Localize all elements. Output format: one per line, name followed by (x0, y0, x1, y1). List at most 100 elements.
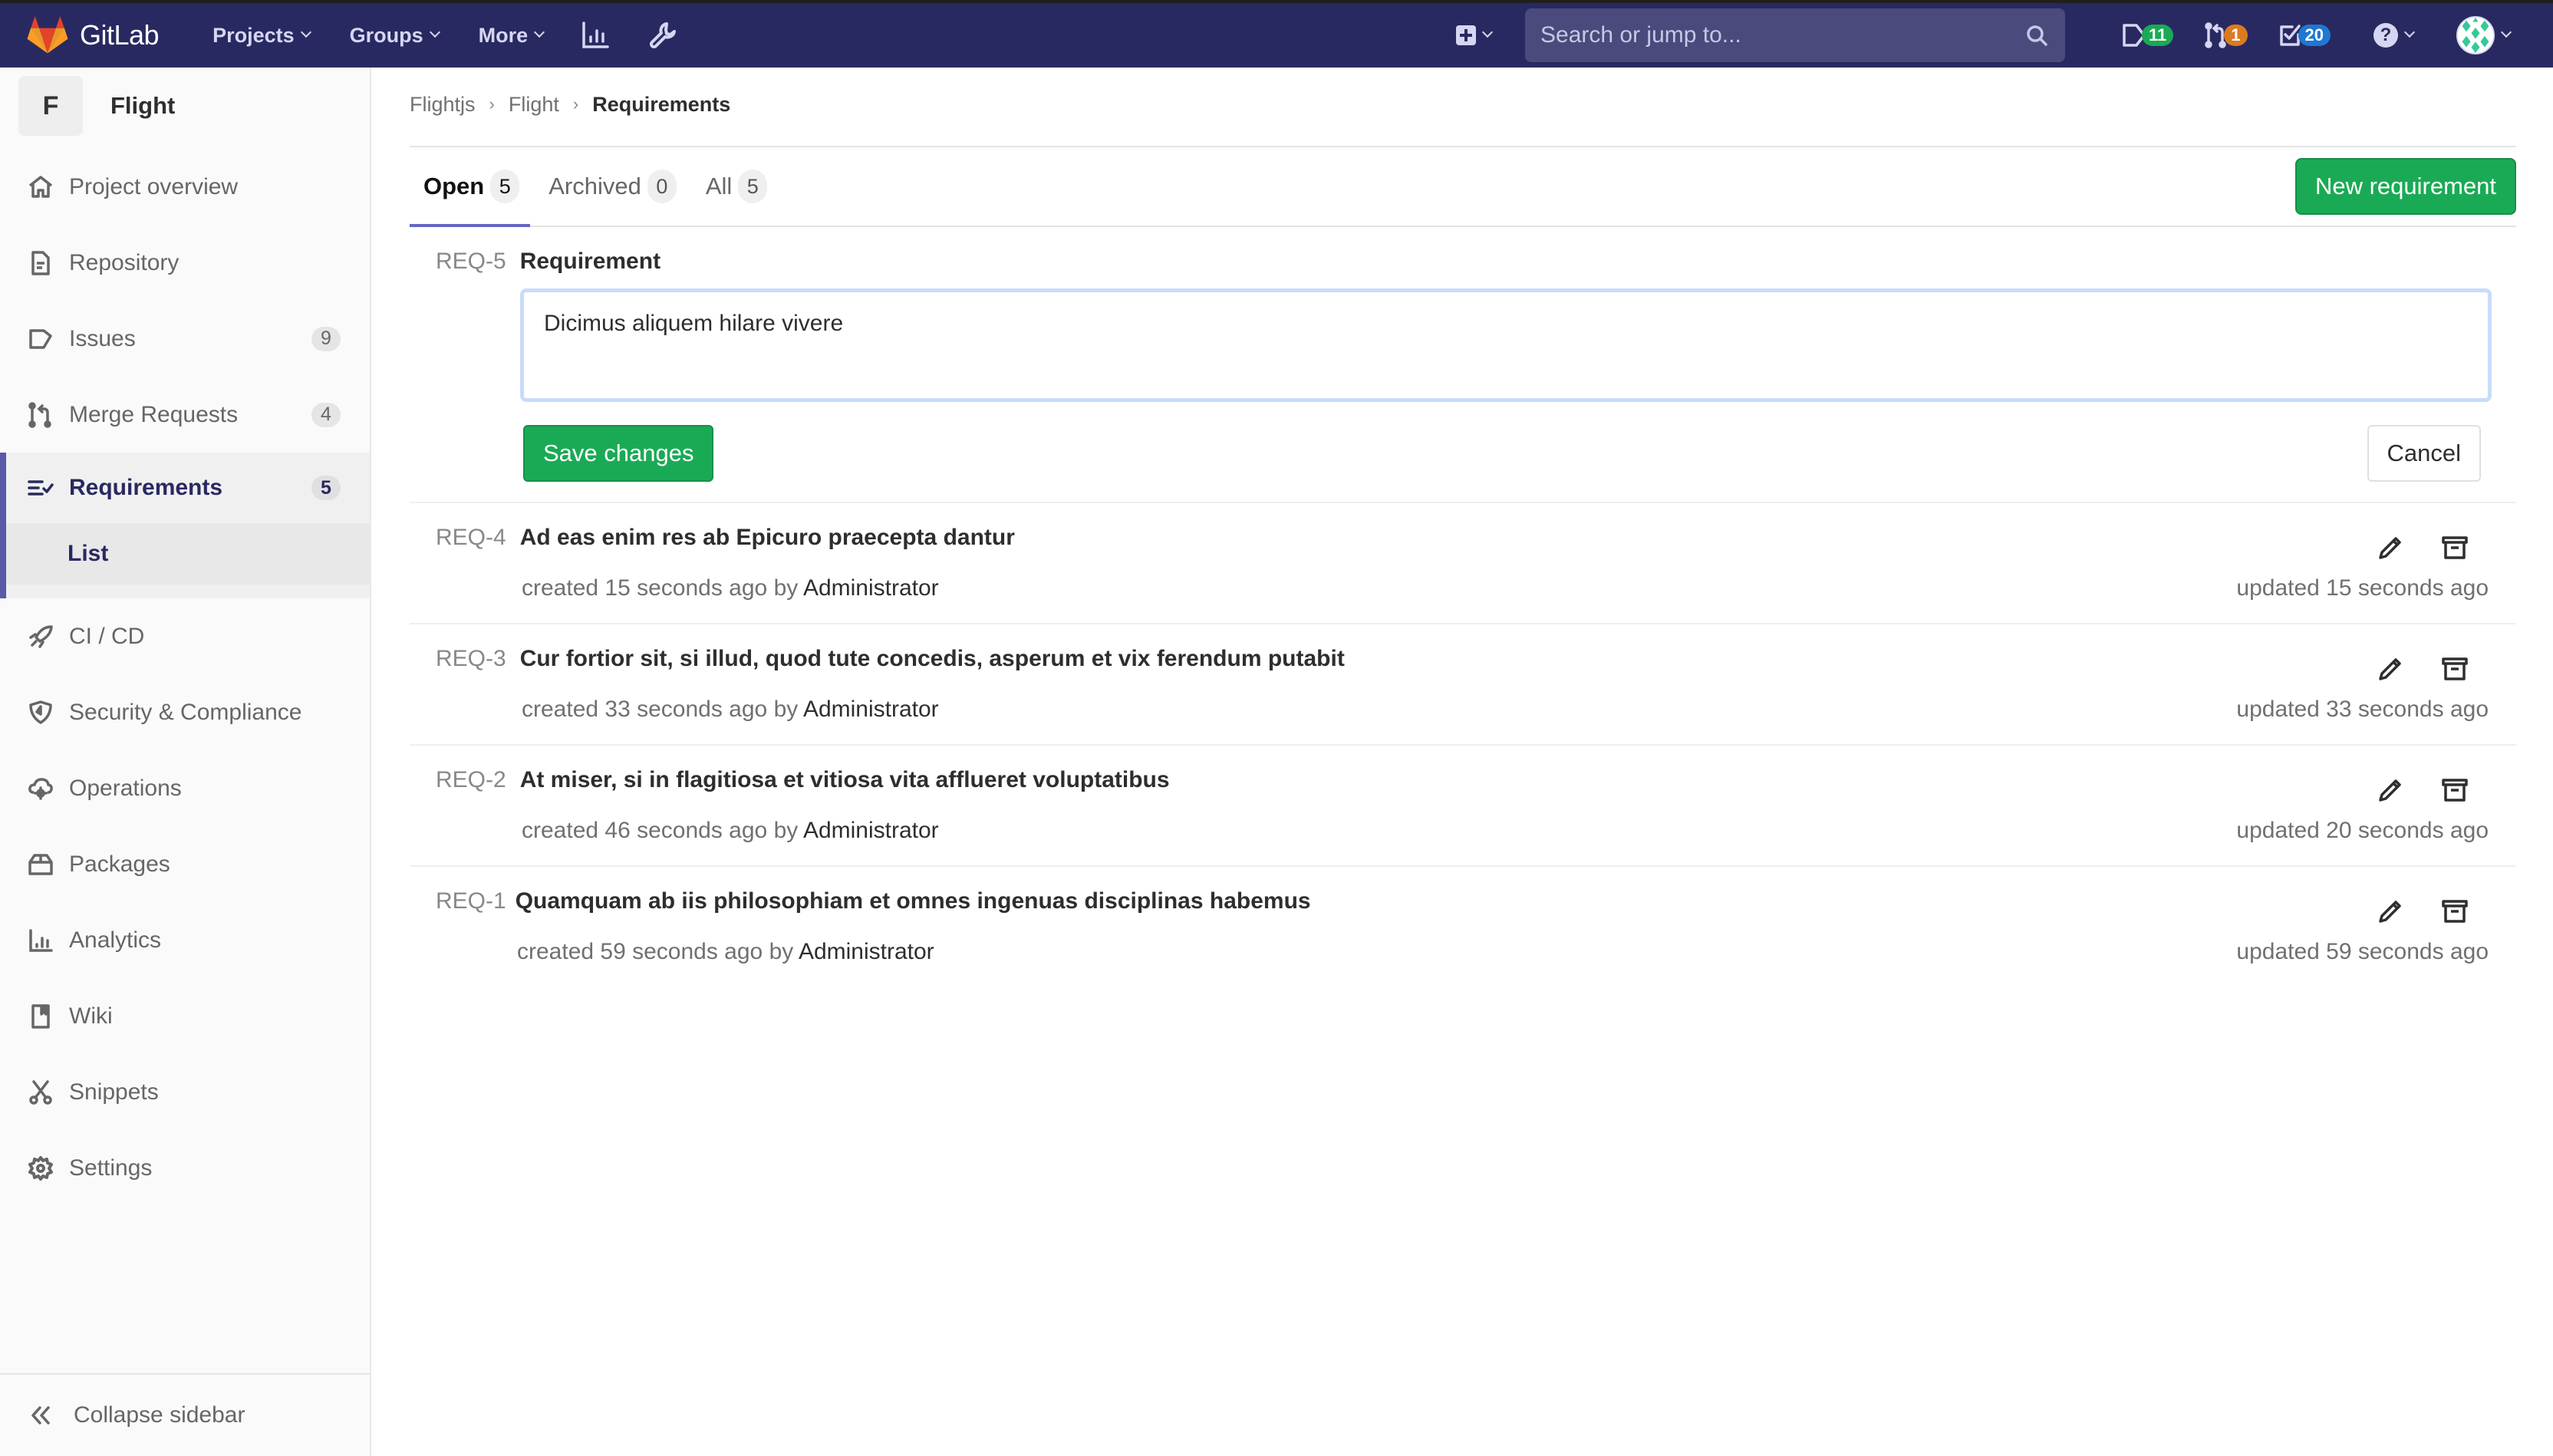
tab-archived[interactable]: Archived 0 (548, 147, 677, 226)
sidebar-item-label: Packages (69, 851, 170, 877)
sidebar-item-security-compliance[interactable]: Security & Compliance (0, 674, 370, 750)
requirement-ref: REQ-3 (436, 646, 506, 671)
requirement-title: Ad eas enim res ab Epicuro praecepta dan… (519, 525, 1015, 550)
search-input[interactable] (1540, 22, 2001, 48)
edit-requirement-button[interactable] (2367, 647, 2413, 690)
breadcrumb: Flightjs › Flight › Requirements (410, 68, 2516, 146)
search-icon (2027, 25, 2047, 46)
sidebar-item-issues[interactable]: Issues 9 (0, 301, 370, 377)
issues-counter[interactable]: 11 (2122, 22, 2174, 48)
sidebar-item-project-overview[interactable]: Project overview (0, 149, 370, 225)
double-chevron-left-icon (31, 1406, 50, 1425)
sidebar-item-label: Issues (69, 325, 136, 351)
author-link[interactable]: Administrator (799, 939, 934, 964)
home-icon (28, 175, 53, 198)
todos-count-badge: 20 (2298, 25, 2331, 46)
requirement-ref: REQ-1 (436, 888, 506, 914)
sidebar-item-snippets[interactable]: Snippets (0, 1054, 370, 1130)
projects-menu[interactable]: Projects (212, 24, 311, 48)
chevron-down-icon (429, 26, 440, 38)
requirement-created-meta: created 15 seconds ago by Administrator (522, 575, 939, 601)
more-menu-label: More (478, 23, 529, 47)
scissors-icon (29, 1079, 52, 1105)
main-content: Flightjs › Flight › Requirements Open 5 … (409, 68, 2516, 988)
help-dropdown[interactable]: ? (2373, 23, 2416, 48)
requirement-item: REQ-2 At miser, si in flagitiosa et viti… (410, 746, 2516, 867)
groups-menu[interactable]: Groups (349, 23, 440, 48)
more-menu[interactable]: More (478, 23, 545, 48)
breadcrumb-group-link[interactable]: Flightjs (410, 93, 476, 117)
chart-icon (582, 21, 609, 48)
save-changes-button[interactable]: Save changes (523, 425, 714, 482)
sidebar-item-ci-cd[interactable]: CI / CD (0, 598, 370, 674)
project-header[interactable]: F Flight (0, 68, 370, 144)
collapse-sidebar-label: Collapse sidebar (74, 1402, 245, 1428)
requirement-item: REQ-3 Cur fortior sit, si illud, quod tu… (410, 624, 2516, 746)
tab-label: All (705, 173, 733, 199)
archive-requirement-button[interactable] (2432, 769, 2478, 812)
sidebar-item-requirements[interactable]: Requirements 5 (0, 453, 370, 523)
requirement-title-textarea[interactable] (544, 311, 2468, 380)
requirement-created-meta: created 59 seconds ago by Administrator (517, 939, 934, 965)
book-icon (31, 1003, 50, 1029)
requirements-list: REQ-4 Ad eas enim res ab Epicuro praecep… (410, 503, 2516, 988)
breadcrumb-project-link[interactable]: Flight (509, 93, 559, 117)
sidebar-item-label: Wiki (69, 1003, 113, 1029)
edit-requirement-button[interactable] (2367, 526, 2413, 569)
requirement-updated-time: updated 33 seconds ago (2236, 697, 2489, 722)
project-name: Flight (110, 92, 176, 119)
requirement-edit-form: REQ-5 Requirement Save changes Cancel (410, 227, 2516, 503)
groups-menu-label: Groups (349, 23, 423, 47)
requirement-title: Cur fortior sit, si illud, quod tute con… (519, 646, 1345, 671)
gear-icon (28, 1155, 53, 1181)
sidebar-item-analytics[interactable]: Analytics (0, 902, 370, 978)
edit-requirement-button[interactable] (2367, 890, 2413, 933)
user-menu[interactable] (2456, 16, 2512, 54)
sidebar-item-wiki[interactable]: Wiki (0, 978, 370, 1054)
shield-icon (29, 700, 52, 724)
author-link[interactable]: Administrator (803, 818, 939, 843)
new-dropdown-button[interactable] (1456, 25, 1494, 45)
gitlab-home-link[interactable]: GitLab (26, 3, 160, 68)
pencil-icon (2379, 537, 2401, 559)
pencil-icon (2379, 901, 2401, 923)
sidebar-subitem-list[interactable]: List (0, 523, 370, 585)
sidebar-item-merge-requests[interactable]: Merge Requests 4 (0, 377, 370, 453)
author-link[interactable]: Administrator (803, 697, 939, 722)
tab-open[interactable]: Open 5 (409, 147, 531, 227)
tab-all[interactable]: All 5 (705, 147, 768, 226)
edit-form-header: REQ-5 Requirement (436, 249, 2516, 275)
sidebar-item-label: Analytics (69, 927, 162, 953)
archive-icon (2442, 536, 2468, 559)
breadcrumb-current[interactable]: Requirements (592, 93, 730, 117)
chevron-down-icon (2403, 26, 2416, 38)
merge-request-icon (28, 401, 51, 428)
collapse-sidebar-button[interactable]: Collapse sidebar (0, 1373, 370, 1456)
author-link[interactable]: Administrator (803, 575, 939, 601)
new-requirement-button[interactable]: New requirement (2294, 158, 2516, 215)
project-sidebar: F Flight Project overview Repository Iss… (0, 68, 371, 1456)
cancel-button[interactable]: Cancel (2367, 425, 2481, 482)
form-actions: Save changes Cancel (523, 425, 2481, 482)
archive-icon (2442, 657, 2468, 680)
sidebar-item-label: CI / CD (69, 623, 145, 649)
merge-requests-counter[interactable]: 1 (2204, 22, 2248, 48)
sidebar-item-operations[interactable]: Operations (0, 750, 370, 826)
archive-requirement-button[interactable] (2432, 647, 2478, 690)
sidebar-item-label: Requirements (69, 475, 223, 500)
sidebar-item-packages[interactable]: Packages (0, 826, 370, 902)
tab-count: 0 (647, 170, 677, 203)
requirement-title: Quamquam ab iis philosophiam et omnes in… (515, 888, 1311, 914)
requirement-ref: REQ-4 (436, 525, 506, 550)
edit-requirement-button[interactable] (2367, 769, 2413, 812)
archive-requirement-button[interactable] (2432, 526, 2478, 569)
sidebar-item-label: Operations (69, 775, 182, 801)
activity-chart-button[interactable] (580, 20, 611, 51)
archive-requirement-button[interactable] (2432, 890, 2478, 933)
sidebar-item-settings[interactable]: Settings (0, 1130, 370, 1206)
todos-counter[interactable]: 20 (2278, 22, 2331, 48)
top-navbar: GitLab Projects Groups More Search or ju… (0, 0, 2553, 68)
sidebar-item-repository[interactable]: Repository (0, 225, 370, 301)
requirement-textarea-container (520, 288, 2492, 402)
admin-area-button[interactable] (647, 20, 678, 51)
